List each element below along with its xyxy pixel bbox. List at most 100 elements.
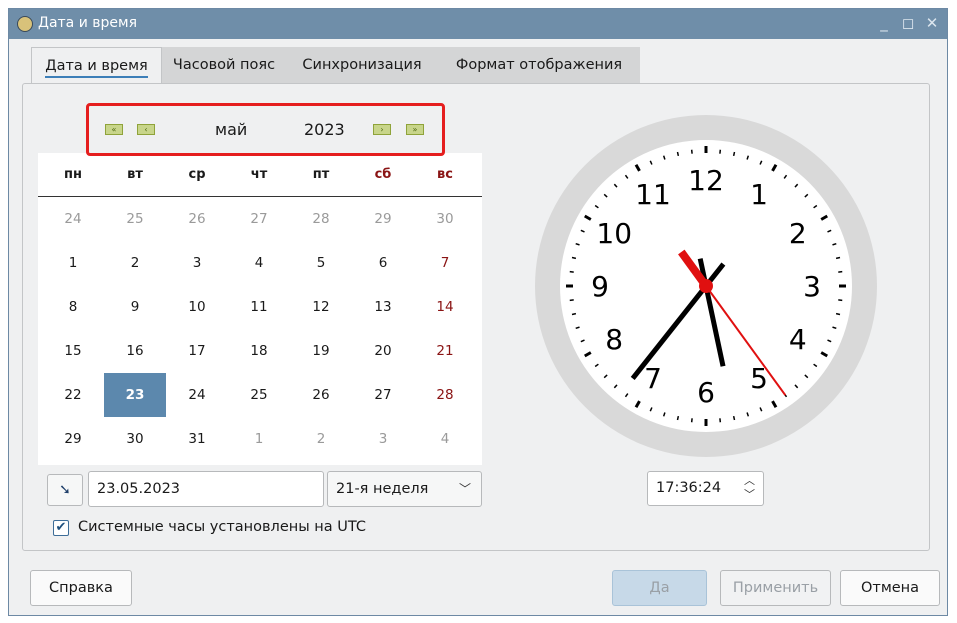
week-select-value: 21-я неделя [336, 481, 429, 497]
weekday-header: пн вт ср чт пт сб вс [38, 153, 482, 197]
ok-button[interactable]: Да [612, 570, 707, 606]
date-input[interactable]: 23.05.2023 [88, 471, 324, 507]
calendar-day[interactable]: 21 [414, 329, 476, 373]
time-input[interactable]: 17:36:24 ︿ ﹀ [647, 471, 764, 506]
clock-number: 2 [789, 217, 807, 250]
calendar-day[interactable]: 23 [104, 373, 166, 417]
clock-number: 6 [697, 376, 715, 409]
calendar-day[interactable]: 31 [166, 417, 228, 461]
calendar-day[interactable]: 27 [228, 197, 290, 241]
calendar-day[interactable]: 25 [104, 197, 166, 241]
calendar-day[interactable]: 9 [104, 285, 166, 329]
calendar-day[interactable]: 20 [352, 329, 414, 373]
calendar-day[interactable]: 3 [352, 417, 414, 461]
cancel-button[interactable]: Отмена [840, 570, 940, 606]
utc-checkbox[interactable]: ✔ [53, 520, 69, 536]
calendar-day[interactable]: 6 [352, 241, 414, 285]
clock-tick [732, 151, 736, 157]
clock-number: 9 [591, 270, 609, 303]
analog-clock: 12 1234567891011 [535, 115, 877, 457]
calendar-day[interactable]: 2 [290, 417, 352, 461]
weekday-label: ср [188, 167, 206, 182]
calendar-day[interactable]: 28 [414, 373, 476, 417]
clock-number: 4 [789, 323, 807, 356]
calendar-day[interactable]: 29 [42, 417, 104, 461]
calendar-day[interactable]: 19 [290, 329, 352, 373]
tab-date-time[interactable]: Дата и время [31, 47, 162, 83]
clock-tick [835, 256, 841, 260]
calendar-day[interactable]: 25 [228, 373, 290, 417]
calendar-day[interactable]: 14 [414, 285, 476, 329]
calendar-day[interactable]: 12 [290, 285, 352, 329]
close-icon[interactable]: ✕ [923, 14, 941, 32]
clock-tick [732, 415, 736, 421]
calendar-day[interactable]: 26 [166, 197, 228, 241]
calendar-day[interactable]: 1 [228, 417, 290, 461]
clock-tick [676, 415, 680, 421]
help-button[interactable]: Справка [30, 570, 132, 606]
clock-tick [835, 312, 841, 316]
tab-timezone[interactable]: Часовой пояс [162, 47, 286, 83]
next-year-button[interactable]: » [406, 124, 424, 135]
calendar-day[interactable]: 26 [290, 373, 352, 417]
clock-number: 11 [635, 178, 671, 211]
calendar-day[interactable]: 30 [414, 197, 476, 241]
clock-app-icon [17, 16, 33, 32]
calendar-day[interactable]: 3 [166, 241, 228, 285]
chevron-down-icon[interactable]: ﹀ [744, 488, 755, 501]
calendar-day[interactable]: 11 [228, 285, 290, 329]
next-month-button[interactable]: › [373, 124, 391, 135]
month-year-navigation: « ‹ май 2023 › » [86, 103, 445, 156]
checkmark-icon: ✔ [55, 520, 67, 535]
weekday-label: вс [437, 167, 453, 182]
time-spinner[interactable]: ︿ ﹀ [744, 474, 755, 502]
calendar-day[interactable]: 30 [104, 417, 166, 461]
clock-tick [676, 151, 680, 157]
title-bar[interactable]: Дата и время _ ◻ ✕ [9, 9, 947, 39]
calendar-day[interactable]: 2 [104, 241, 166, 285]
month-label[interactable]: май [215, 120, 247, 139]
clock-tick [571, 256, 577, 260]
calendar-day[interactable]: 24 [166, 373, 228, 417]
today-arrow-icon: ➘ [59, 482, 71, 498]
clock-number: 7 [644, 362, 662, 395]
prev-year-button[interactable]: « [105, 124, 123, 135]
window-title: Дата и время [38, 15, 137, 31]
time-value: 17:36:24 [656, 480, 722, 496]
calendar-day[interactable]: 29 [352, 197, 414, 241]
clock-number: 8 [605, 323, 623, 356]
calendar-day[interactable]: 22 [42, 373, 104, 417]
week-select[interactable]: 21-я неделя ﹀ [327, 471, 482, 507]
calendar-day[interactable]: 24 [42, 197, 104, 241]
weekday-label: пт [312, 167, 330, 182]
apply-button[interactable]: Применить [720, 570, 831, 606]
chevron-down-icon: ﹀ [458, 482, 471, 496]
maximize-icon[interactable]: ◻ [899, 14, 917, 32]
calendar-day[interactable]: 13 [352, 285, 414, 329]
calendar-day[interactable]: 8 [42, 285, 104, 329]
calendar-day[interactable]: 4 [414, 417, 476, 461]
year-label[interactable]: 2023 [304, 120, 345, 139]
weekday-label: пн [64, 167, 82, 182]
calendar-day[interactable]: 27 [352, 373, 414, 417]
calendar-day[interactable]: 10 [166, 285, 228, 329]
calendar-day[interactable]: 17 [166, 329, 228, 373]
calendar-day[interactable]: 16 [104, 329, 166, 373]
calendar-day[interactable]: 28 [290, 197, 352, 241]
calendar-day[interactable]: 1 [42, 241, 104, 285]
calendar-day[interactable]: 5 [290, 241, 352, 285]
today-button[interactable]: ➘ [47, 474, 83, 506]
clock-tick [571, 312, 577, 316]
weekday-label: вт [127, 167, 143, 182]
weekday-label: чт [250, 167, 268, 182]
tab-sync[interactable]: Синхронизация [286, 47, 438, 83]
utc-checkbox-label[interactable]: Системные часы установлены на UTC [78, 519, 366, 535]
calendar-day[interactable]: 18 [228, 329, 290, 373]
prev-month-button[interactable]: ‹ [137, 124, 155, 135]
chevron-up-icon[interactable]: ︿ [744, 474, 755, 487]
calendar-day[interactable]: 15 [42, 329, 104, 373]
minimize-icon[interactable]: _ [875, 14, 893, 32]
calendar-day[interactable]: 7 [414, 241, 476, 285]
tab-display-format[interactable]: Формат отображения [438, 47, 640, 83]
calendar-day[interactable]: 4 [228, 241, 290, 285]
